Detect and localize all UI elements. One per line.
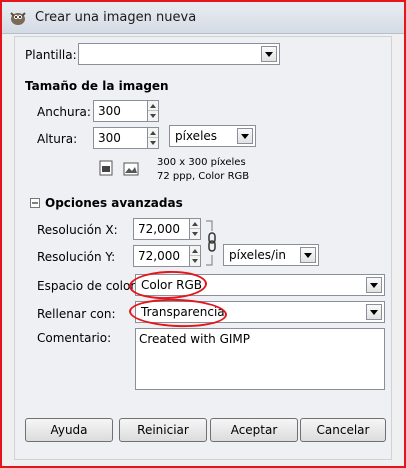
height-spin-arrows[interactable] [147,127,159,149]
chevron-down-icon[interactable] [261,46,277,62]
fill-label: Rellenar con: [37,307,116,321]
size-unit-combo[interactable]: píxeles [169,125,256,147]
chevron-down-icon[interactable] [366,304,382,320]
cancel-button[interactable]: Cancelar [300,418,386,442]
colorspace-label: Espacio de color: [37,279,140,293]
spin-up-icon[interactable] [148,101,158,111]
portrait-icon[interactable] [99,160,113,176]
spin-down-icon[interactable] [148,111,158,121]
height-spinner[interactable]: 300 [93,127,159,149]
chevron-down-icon[interactable] [366,277,382,293]
size-info-line1: 300 x 300 píxeles [157,157,246,168]
chevron-down-icon[interactable] [300,247,316,263]
template-combo[interactable] [78,43,280,65]
gimp-icon [10,12,26,25]
comment-textarea[interactable]: Created with GIMP [135,328,385,390]
landscape-icon[interactable] [123,162,139,176]
spin-down-icon[interactable] [190,256,200,266]
help-button[interactable]: Ayuda [25,418,113,442]
comment-label: Comentario: [37,331,112,345]
ok-button[interactable]: Aceptar [210,418,298,442]
res-y-spinner[interactable]: 72,000 [133,245,201,267]
window-title: Crear una imagen nueva [35,10,197,25]
spin-up-icon[interactable] [190,246,200,256]
height-label: Altura: [37,132,78,146]
size-info-line2: 72 ppp, Color RGB [157,171,250,182]
res-x-label: Resolución X: [37,223,118,237]
spin-up-icon[interactable] [148,128,158,138]
width-spinner[interactable]: 300 [93,100,159,122]
dialog-window: Crear una imagen nueva Plantilla: Tamaño… [0,0,406,468]
spin-up-icon[interactable] [190,219,200,229]
spin-down-icon[interactable] [148,138,158,148]
res-x-spinner[interactable]: 72,000 [133,218,201,240]
image-size-heading: Tamaño de la imagen [25,79,169,93]
title-bar: Crear una imagen nueva [2,2,404,34]
collapse-icon[interactable] [30,198,40,208]
chain-link-icon[interactable] [204,219,218,267]
template-label: Plantilla: [25,48,77,62]
reset-button[interactable]: Reiniciar [119,418,207,442]
advanced-heading: Opciones avanzadas [45,196,183,210]
res-unit-combo[interactable]: píxeles/in [223,244,319,266]
spin-down-icon[interactable] [190,229,200,239]
res-y-spin-arrows[interactable] [189,245,201,267]
res-y-label: Resolución Y: [37,250,116,264]
chevron-down-icon[interactable] [237,128,253,144]
width-spin-arrows[interactable] [147,100,159,122]
width-label: Anchura: [37,105,91,119]
dialog-content: Plantilla: Tamaño de la imagen Anchura: … [14,36,392,460]
res-x-spin-arrows[interactable] [189,218,201,240]
